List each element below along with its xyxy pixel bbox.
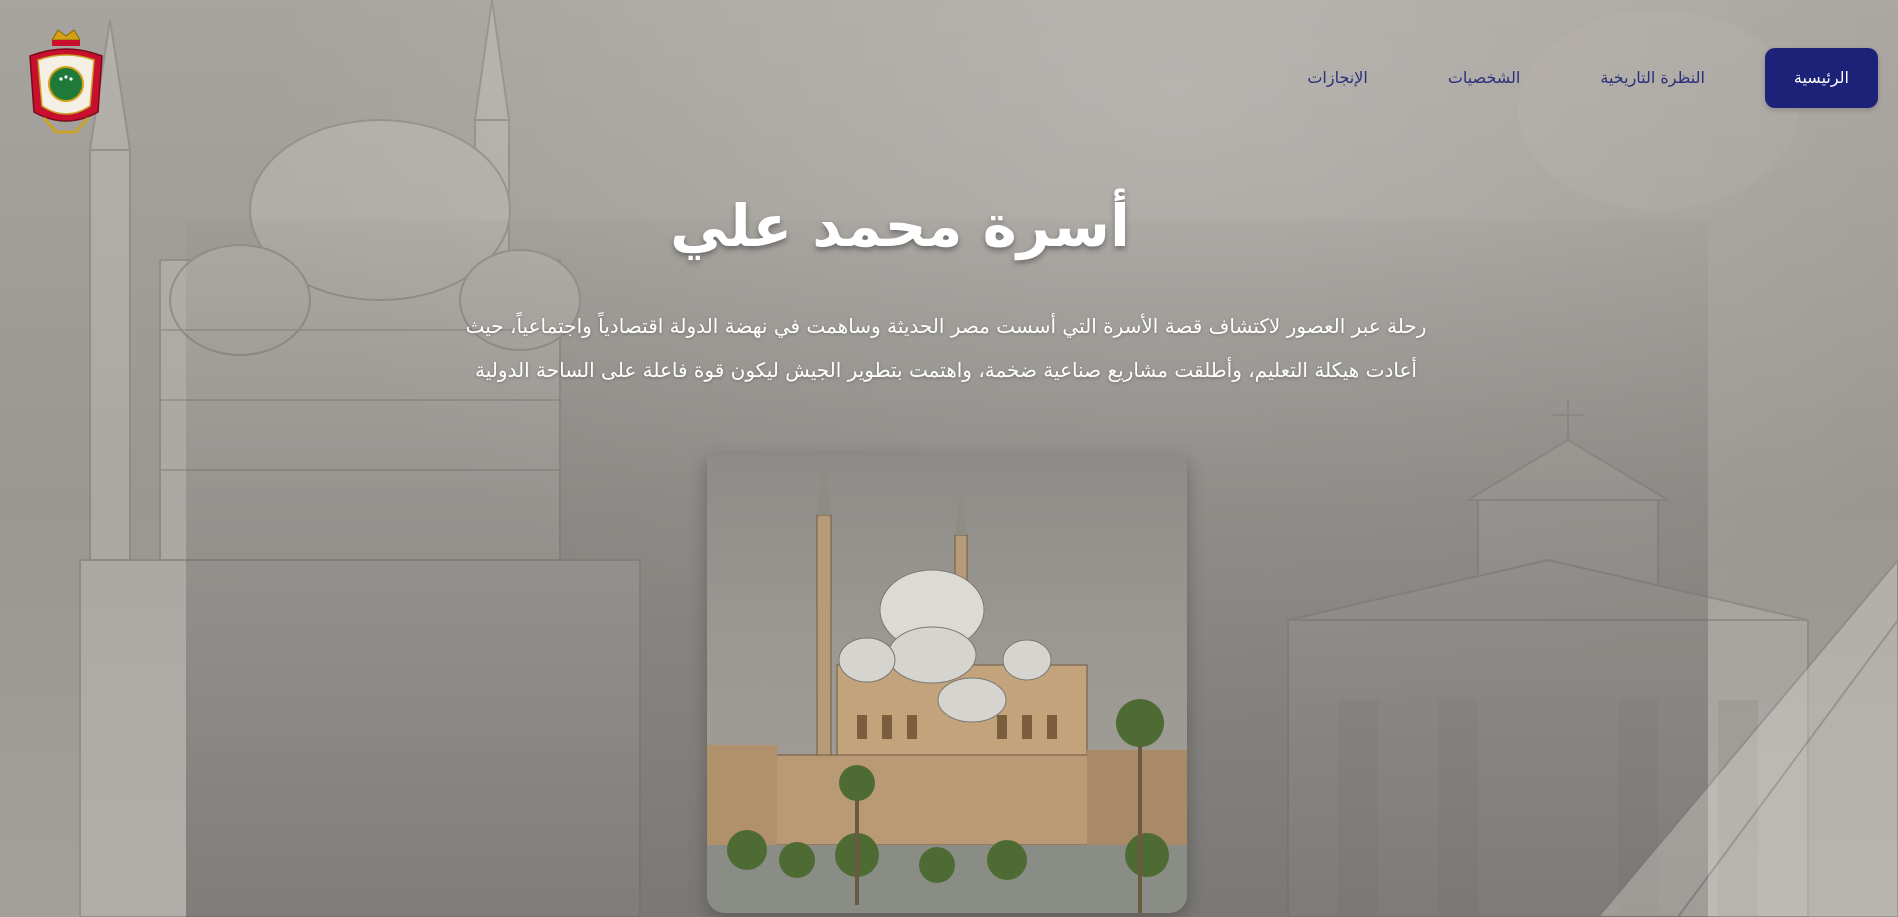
hero-description: رحلة عبر العصور لاكتشاف قصة الأسرة التي … xyxy=(440,304,1452,392)
nav-personalities[interactable]: الشخصيات xyxy=(1408,48,1561,108)
nav-achievements[interactable]: الإنجازات xyxy=(1267,48,1407,108)
nav-historical-overview[interactable]: النظرة التاريخية xyxy=(1560,48,1745,108)
hero-description-line-1: رحلة عبر العصور لاكتشاف قصة الأسرة التي … xyxy=(465,314,1427,338)
muhammad-ali-mosque-image xyxy=(707,455,1187,913)
hero-description-line-2: أعادت هيكلة التعليم، وأطلقت مشاريع صناعي… xyxy=(475,358,1417,382)
background-diagonal-frame xyxy=(1596,560,1898,917)
hero-title: أسرة محمد علي xyxy=(670,192,1130,260)
main-navigation: الرئيسية النظرة التاريخية الشخصيات الإنج… xyxy=(1267,48,1878,108)
nav-home[interactable]: الرئيسية xyxy=(1764,48,1878,108)
royal-coat-of-arms-icon[interactable] xyxy=(24,26,108,136)
